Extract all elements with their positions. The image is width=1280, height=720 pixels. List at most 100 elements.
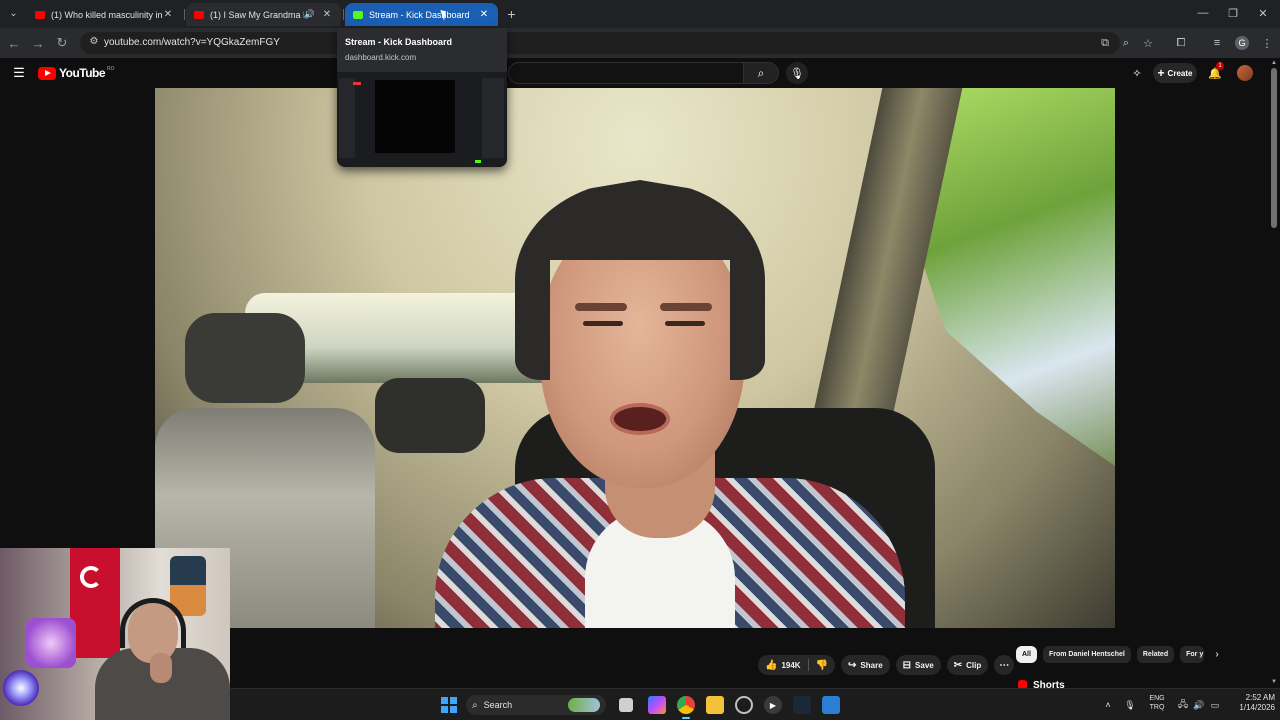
close-icon[interactable]: ✕ <box>478 9 490 20</box>
more-actions-icon[interactable]: ⋯ <box>994 655 1015 675</box>
tab-divider <box>343 9 344 20</box>
photos-icon[interactable] <box>822 696 840 714</box>
tab-search-chevron-icon[interactable]: ⌄ <box>5 5 22 22</box>
headrest <box>375 378 485 453</box>
chip-from-channel[interactable]: From Daniel Hentschel <box>1042 645 1131 663</box>
taskbar-search-label: Search <box>483 700 513 710</box>
taskbar-search[interactable]: ⌕ Search <box>466 695 606 715</box>
media-control-icon[interactable]: ≡ <box>1208 34 1226 52</box>
windows-taskbar: ⌕ Search ▶ ˄ 🎙 ENG TRQ 🖧 🔊 ▭ 2:52 AM 1/1… <box>230 688 1280 720</box>
create-label: Create <box>1167 68 1193 78</box>
active-app-indicator <box>682 717 690 719</box>
share-icon: ↪ <box>848 659 857 671</box>
plus-icon: + <box>1157 66 1165 80</box>
back-icon[interactable]: ← <box>5 34 23 52</box>
speaker-icon[interactable]: 🔊 <box>304 9 315 20</box>
zoom-icon[interactable]: ⌕ <box>1117 34 1135 52</box>
address-bar[interactable]: ⚙ youtube.com/watch?v=YQGkaZemFGY <box>80 32 1120 54</box>
bookmark-star-icon[interactable]: ☆ <box>1139 34 1157 52</box>
hover-card-thumbnail <box>337 72 507 167</box>
thumbs-up-icon: 👍 <box>765 659 778 671</box>
mouth <box>610 403 670 435</box>
battery-icon[interactable]: ▭ <box>1208 696 1222 714</box>
chrome-icon[interactable] <box>677 696 695 714</box>
tab-hover-card: Stream - Kick Dashboard dashboard.kick.c… <box>337 28 507 167</box>
video-player[interactable] <box>155 88 1115 628</box>
steam-icon[interactable] <box>793 696 811 714</box>
share-label: Share <box>860 660 883 670</box>
thumbnail-sidebar <box>339 78 355 158</box>
input-language[interactable]: ENG TRQ <box>1148 694 1166 712</box>
microphone-icon[interactable]: 🎙 <box>1123 696 1137 714</box>
extensions-icon[interactable]: ⧠ <box>1172 34 1190 52</box>
scroll-up-icon[interactable]: ▲ <box>1270 60 1278 68</box>
like-button[interactable]: 👍 194K <box>758 655 808 675</box>
tab-divider <box>184 9 185 20</box>
browser-menu-icon[interactable]: ⋮ <box>1258 34 1276 52</box>
like-dislike-group: 👍 194K 👎 <box>758 655 836 675</box>
tray-overflow-icon[interactable]: ˄ <box>1102 696 1114 714</box>
search-input[interactable] <box>508 62 743 84</box>
minimize-icon[interactable]: — <box>1188 4 1218 22</box>
scroll-down-icon[interactable]: ▼ <box>1270 679 1278 687</box>
taskbar-clock[interactable]: 2:52 AM 1/14/2026 <box>1235 693 1275 712</box>
clip-button[interactable]: ✂ Clip <box>946 655 989 675</box>
share-button[interactable]: ↪ Share <box>841 655 890 675</box>
new-tab-button[interactable]: + <box>503 5 520 22</box>
user-avatar[interactable] <box>1237 65 1253 81</box>
tab-grandma-video[interactable]: (1) I Saw My Grandma Plea 🔊 ✕ <box>186 3 341 26</box>
install-app-icon[interactable]: ⧉ <box>1096 34 1114 52</box>
recommendation-chips: All From Daniel Hentschel Related For y <box>1016 645 1210 663</box>
close-window-icon[interactable]: ✕ <box>1248 4 1278 22</box>
browser-tab-strip: ⌄ (1) Who killed masculinity in vid ✕ (1… <box>0 0 1280 28</box>
chip-for-you[interactable]: For y <box>1180 645 1205 663</box>
youtube-logo[interactable]: YouTube RO <box>38 66 115 80</box>
like-count: 194K <box>781 660 801 670</box>
closed-eye <box>583 321 623 326</box>
obs-icon[interactable] <box>735 696 753 714</box>
browser-toolbar: ← → ↻ ⚙ youtube.com/watch?v=YQGkaZemFGY … <box>0 28 1280 58</box>
profile-avatar[interactable]: G <box>1235 36 1249 50</box>
language-secondary: TRQ <box>1149 704 1165 711</box>
chip-related[interactable]: Related <box>1136 645 1175 663</box>
tab-title: Stream - Kick Dashboard <box>369 9 470 20</box>
volume-icon[interactable]: 🔊 <box>1192 696 1206 714</box>
task-view-icon[interactable] <box>619 698 633 712</box>
file-explorer-icon[interactable] <box>706 696 724 714</box>
chip-all[interactable]: All <box>1016 645 1037 663</box>
tab-who-killed-masculinity[interactable]: (1) Who killed masculinity in vid ✕ <box>27 3 182 26</box>
save-label: Save <box>915 660 934 670</box>
close-icon[interactable]: ✕ <box>321 9 333 20</box>
reload-icon[interactable]: ↻ <box>53 34 71 52</box>
scissors-icon: ✂ <box>953 659 963 671</box>
site-info-icon[interactable]: ⚙ <box>87 36 101 50</box>
crescent-icon <box>80 566 102 588</box>
page-scrollbar[interactable] <box>1271 68 1277 228</box>
clock-time: 2:52 AM <box>1245 693 1275 702</box>
create-button[interactable]: + Create <box>1153 63 1197 83</box>
thumbnail-button <box>475 160 481 163</box>
windows-start-icon[interactable] <box>440 696 458 714</box>
hamburger-menu-icon[interactable]: ☰ <box>10 64 28 82</box>
country-code: RO <box>107 66 115 72</box>
streamer-hand <box>150 653 172 683</box>
closed-eye <box>665 321 705 326</box>
purple-light <box>26 618 76 668</box>
network-icon[interactable]: 🖧 <box>1176 696 1190 714</box>
dislike-button[interactable]: 👎 <box>809 655 835 675</box>
clip-label: Clip <box>966 660 982 670</box>
save-button[interactable]: ⊟ Save <box>895 655 941 675</box>
video-actions: 👍 194K 👎 ↪ Share ⊟ Save ✂ Clip ⋯ <box>758 654 1020 676</box>
media-player-icon[interactable]: ▶ <box>764 696 782 714</box>
tab-kick-dashboard[interactable]: Stream - Kick Dashboard ✕ <box>345 3 498 26</box>
copilot-icon[interactable] <box>648 696 666 714</box>
chevron-right-icon[interactable]: › <box>1210 647 1224 661</box>
search-icon[interactable]: ⌕ <box>743 62 779 84</box>
maximize-icon[interactable]: ❐ <box>1218 4 1248 22</box>
hover-card-title: Stream - Kick Dashboard <box>345 37 453 47</box>
close-icon[interactable]: ✕ <box>162 9 174 20</box>
forward-icon[interactable]: → <box>29 34 47 52</box>
url-text: youtube.com/watch?v=YQGkaZemFGY <box>104 37 280 48</box>
microphone-icon[interactable]: 🎙 <box>786 62 808 84</box>
premium-gift-icon[interactable]: ✧ <box>1129 64 1145 82</box>
